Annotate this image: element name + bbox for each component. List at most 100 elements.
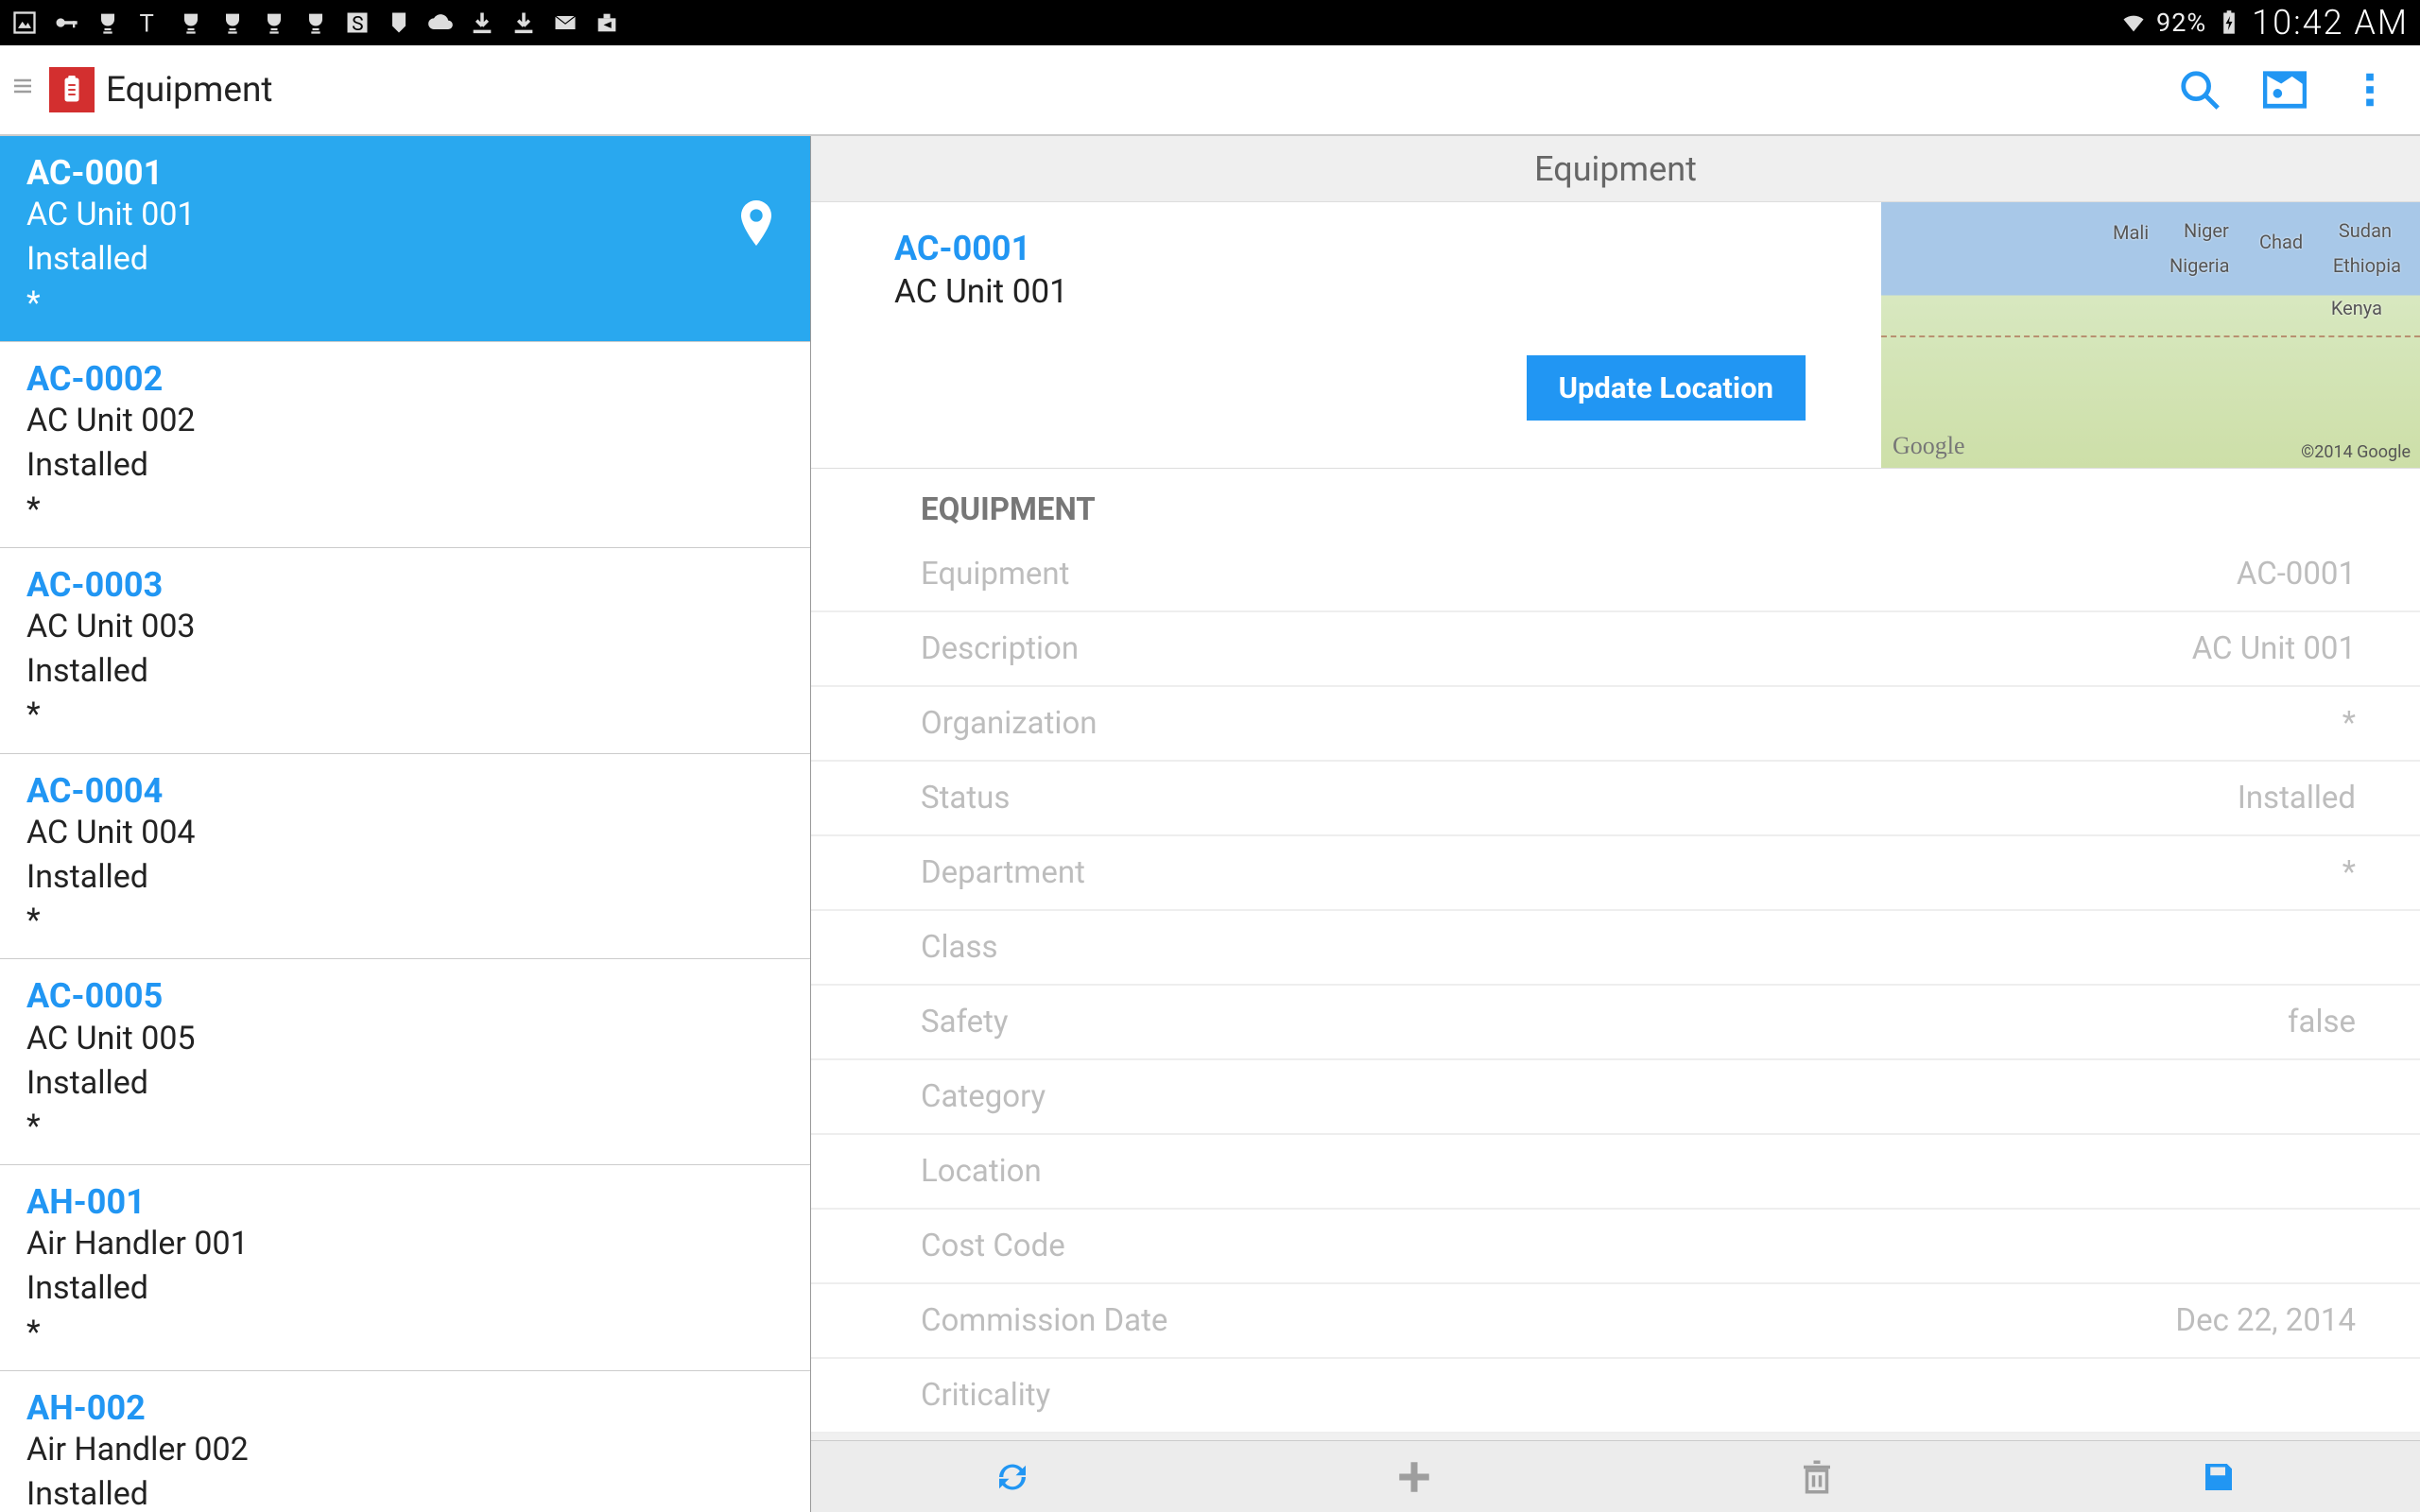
field-row[interactable]: Category xyxy=(811,1060,2420,1135)
save-button[interactable] xyxy=(2018,1441,2420,1512)
list-item-code: AC-0005 xyxy=(26,976,784,1017)
map-button[interactable] xyxy=(2242,68,2327,112)
status-icons-right: 92% 10:42 AM xyxy=(2120,3,2409,43)
list-item-status: Installed xyxy=(26,237,784,283)
wifi-icon xyxy=(2120,9,2147,36)
list-item[interactable]: AC-0004AC Unit 004Installed* xyxy=(0,754,810,960)
list-item[interactable]: AH-002Air Handler 002Installed* xyxy=(0,1371,810,1512)
clock: 10:42 AM xyxy=(2252,3,2409,43)
list-item-code: AC-0002 xyxy=(26,359,784,400)
menu-button[interactable] xyxy=(8,69,38,112)
list-item-org: * xyxy=(26,489,784,530)
field-row[interactable]: Cost Code xyxy=(811,1210,2420,1284)
field-value: * xyxy=(2342,705,2356,742)
list-item-org: * xyxy=(26,1312,784,1353)
list-item-name: AC Unit 002 xyxy=(26,400,784,443)
list-item-status: Installed xyxy=(26,855,784,901)
field-row[interactable]: Department* xyxy=(811,836,2420,911)
battery-percent: 92% xyxy=(2156,8,2206,38)
list-item-org: * xyxy=(26,283,784,324)
field-label: Safety xyxy=(921,1004,2288,1040)
refresh-icon xyxy=(993,1457,1032,1497)
list-item-name: AC Unit 005 xyxy=(26,1018,784,1061)
trophy-icon xyxy=(261,9,287,36)
list-item[interactable]: AC-0002AC Unit 002Installed* xyxy=(0,342,810,548)
status-bar: T S 92% 10:42 AM xyxy=(0,0,2420,45)
field-label: Organization xyxy=(921,705,2342,742)
field-row[interactable]: Class xyxy=(811,911,2420,986)
svg-text:S: S xyxy=(352,13,363,36)
field-row[interactable]: Safetyfalse xyxy=(811,986,2420,1060)
download-icon xyxy=(510,9,537,36)
list-item-name: Air Handler 002 xyxy=(26,1429,784,1472)
detail-pane: Equipment AC-0001 AC Unit 001 Update Loc… xyxy=(811,136,2420,1512)
list-item-name: AC Unit 004 xyxy=(26,812,784,855)
list-item[interactable]: AH-001Air Handler 001Installed* xyxy=(0,1165,810,1371)
field-value: Dec 22, 2014 xyxy=(2175,1302,2356,1339)
map-branding: Google xyxy=(1893,432,1965,460)
trophy-icon xyxy=(95,9,121,36)
download-icon xyxy=(469,9,495,36)
more-vert-icon xyxy=(2348,68,2392,112)
app-logo-icon xyxy=(49,67,95,112)
list-item-code: AC-0003 xyxy=(26,565,784,606)
field-value: false xyxy=(2288,1004,2356,1040)
list-item-code: AH-001 xyxy=(26,1182,784,1223)
store-icon xyxy=(594,9,620,36)
list-item-status: Installed xyxy=(26,1061,784,1107)
map-copyright: ©2014 Google xyxy=(2301,442,2411,462)
list-item-name: AC Unit 001 xyxy=(26,194,784,237)
overflow-menu-button[interactable] xyxy=(2327,68,2412,112)
picture-icon xyxy=(11,9,38,36)
field-row[interactable]: Location xyxy=(811,1135,2420,1210)
list-item-org: * xyxy=(26,1106,784,1147)
detail-code: AC-0001 xyxy=(894,229,1843,268)
field-row[interactable]: StatusInstalled xyxy=(811,762,2420,836)
detail-action-bar xyxy=(811,1440,2420,1512)
section-header-equipment: EQUIPMENT xyxy=(811,469,2420,538)
list-item[interactable]: AC-0005AC Unit 005Installed* xyxy=(0,959,810,1165)
field-row[interactable]: DescriptionAC Unit 001 xyxy=(811,612,2420,687)
status-icons-left: T S xyxy=(11,9,620,36)
refresh-button[interactable] xyxy=(811,1441,1214,1512)
field-value: Installed xyxy=(2238,780,2356,816)
field-label: Description xyxy=(921,630,2192,667)
map-thumbnail[interactable]: Mali Niger Chad Sudan Nigeria Ethiopia K… xyxy=(1881,202,2420,468)
update-location-button[interactable]: Update Location xyxy=(1527,355,1806,421)
field-row[interactable]: Criticality xyxy=(811,1359,2420,1434)
list-item-name: Air Handler 001 xyxy=(26,1223,784,1266)
mail-icon xyxy=(552,9,579,36)
field-label: Criticality xyxy=(921,1377,2356,1414)
list-item-code: AC-0004 xyxy=(26,771,784,812)
list-item[interactable]: AC-0001AC Unit 001Installed* xyxy=(0,136,810,342)
list-item-status: Installed xyxy=(26,443,784,489)
field-label: Equipment xyxy=(921,556,2237,593)
field-row[interactable]: EquipmentAC-0001 xyxy=(811,538,2420,612)
field-value: * xyxy=(2342,854,2356,891)
add-button[interactable] xyxy=(1214,1441,1616,1512)
field-label: Commission Date xyxy=(921,1302,2175,1339)
field-label: Class xyxy=(921,929,2356,966)
search-button[interactable] xyxy=(2157,68,2242,112)
key-icon xyxy=(53,9,79,36)
field-value: AC-0001 xyxy=(2237,556,2356,593)
list-item-org: * xyxy=(26,694,784,735)
list-item[interactable]: AC-0003AC Unit 003Installed* xyxy=(0,548,810,754)
detail-summary-card: AC-0001 AC Unit 001 Update Location Mali… xyxy=(811,202,2420,469)
battery-charging-icon xyxy=(2216,9,2242,36)
list-item-status: Installed xyxy=(26,1472,784,1512)
field-label: Status xyxy=(921,780,2238,816)
list-item-status: Installed xyxy=(26,1266,784,1312)
svg-text:T: T xyxy=(140,9,154,36)
list-item-code: AC-0001 xyxy=(26,153,784,194)
equipment-list[interactable]: AC-0001AC Unit 001Installed*AC-0002AC Un… xyxy=(0,136,811,1512)
field-row[interactable]: Organization* xyxy=(811,687,2420,762)
trash-icon xyxy=(1797,1457,1837,1497)
delete-button[interactable] xyxy=(1616,1441,2018,1512)
detail-header-title: Equipment xyxy=(1534,149,1697,189)
field-label: Category xyxy=(921,1078,2356,1115)
list-item-code: AH-002 xyxy=(26,1388,784,1429)
field-row[interactable]: Commission DateDec 22, 2014 xyxy=(811,1284,2420,1359)
cloud-upload-icon xyxy=(427,9,454,36)
search-icon xyxy=(2178,68,2221,112)
